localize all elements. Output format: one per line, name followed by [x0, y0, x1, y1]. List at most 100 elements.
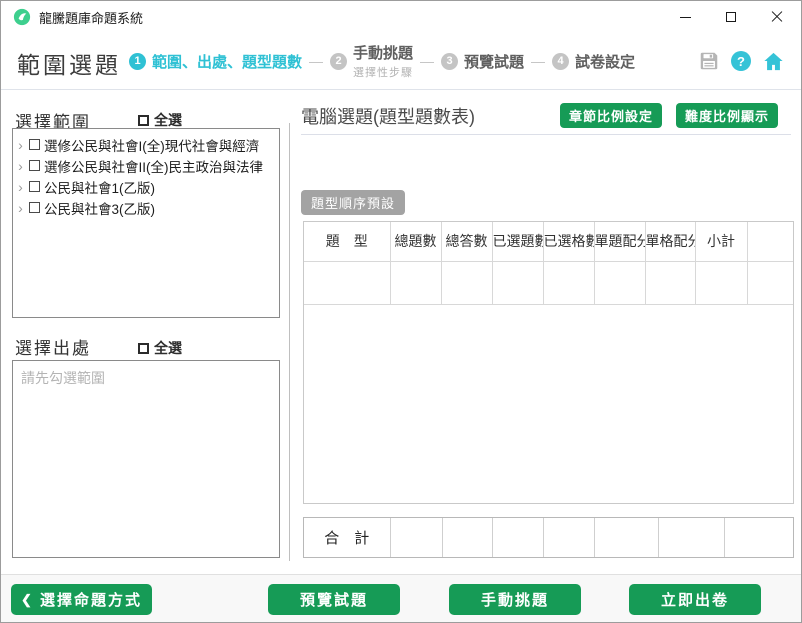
step-2-label: 手動挑題 選擇性步驟: [353, 42, 413, 80]
total-cell: [390, 518, 443, 557]
step-4-paper-settings[interactable]: 4 試卷設定: [552, 51, 635, 72]
expand-chevron-icon[interactable]: ›: [16, 180, 25, 194]
column-header-points-per-question: 單題配分: [594, 222, 646, 262]
source-section-title: 選擇出處: [15, 339, 91, 358]
table-cell: [441, 261, 493, 305]
total-cell: [492, 518, 544, 557]
generate-paper-button[interactable]: 立即出卷: [629, 584, 761, 615]
expand-chevron-icon[interactable]: ›: [16, 201, 25, 215]
app-window: 龍騰題庫命題系統 範圍選題 1 範圍、出處、題型題數 — 2 手動挑題 選擇性步…: [0, 0, 802, 623]
step-separator: —: [420, 53, 435, 69]
tree-item-checkbox[interactable]: [29, 160, 40, 171]
step-1-label: 範圍、出處、題型題數: [152, 53, 303, 71]
save-icon: [700, 52, 718, 70]
table-cell: [747, 261, 793, 305]
maximize-button[interactable]: [708, 1, 754, 33]
home-button[interactable]: [762, 50, 785, 73]
header: 範圍選題 1 範圍、出處、題型題數 — 2 手動挑題 選擇性步驟 — 3 預覽試…: [1, 33, 801, 90]
step-2-label-text: 手動挑題: [353, 45, 414, 62]
step-3-number: 3: [441, 52, 459, 70]
column-header-empty: [747, 222, 793, 262]
total-row: 合 計: [304, 518, 793, 557]
step-2-number: 2: [330, 52, 348, 70]
chapter-ratio-button[interactable]: 章節比例設定: [559, 103, 662, 128]
column-header-subtotal: 小計: [695, 222, 748, 262]
total-cell: [594, 518, 659, 557]
total-row-table: 合 計: [303, 517, 794, 558]
step-4-label: 試卷設定: [575, 53, 636, 71]
ratio-buttons: 章節比例設定 難度比例顯示: [559, 103, 778, 128]
tree-item[interactable]: › 公民與社會3(乙版): [16, 197, 276, 218]
preview-questions-button[interactable]: 預覽試題: [268, 584, 400, 615]
table-cell: [645, 261, 696, 305]
source-placeholder: 請先勾選範圍: [21, 370, 105, 386]
title-bar: 龍騰題庫命題系統: [1, 1, 801, 33]
expand-chevron-icon[interactable]: ›: [16, 159, 25, 173]
source-list[interactable]: 請先勾選範圍: [12, 360, 280, 558]
tree-item-label: 選修公民與社會I(全)現代社會與經濟: [44, 138, 260, 154]
column-header-selected-questions: 已選題數: [492, 222, 544, 262]
question-mark-icon: ?: [737, 53, 745, 69]
tree-item[interactable]: › 公民與社會1(乙版): [16, 176, 276, 197]
column-header-total-questions: 總題數: [390, 222, 442, 262]
source-select-all-label: 全選: [154, 340, 182, 356]
source-select-all[interactable]: 全選: [138, 338, 182, 358]
expand-chevron-icon[interactable]: ›: [16, 138, 25, 152]
wizard-steps: 1 範圍、出處、題型題數 — 2 手動挑題 選擇性步驟 — 3 預覽試題 — 4…: [129, 33, 635, 89]
minimize-icon: [679, 16, 691, 18]
save-button[interactable]: [698, 50, 720, 72]
step-separator: —: [309, 53, 324, 69]
source-select-all-checkbox[interactable]: [138, 342, 149, 354]
tree-item-checkbox[interactable]: [29, 181, 40, 192]
table-cell: [594, 261, 646, 305]
step-4-number: 4: [552, 52, 570, 70]
column-header-selected-blanks: 已選格數: [543, 222, 595, 262]
column-header-question-type: 題 型: [304, 222, 391, 262]
question-type-order-preset-button[interactable]: 題型順序預設: [301, 190, 406, 215]
maximize-icon: [726, 12, 736, 22]
back-to-method-button[interactable]: ❮ 選擇命題方式: [11, 584, 152, 615]
tree-item-checkbox[interactable]: [29, 202, 40, 213]
back-button-label: 選擇命題方式: [39, 592, 142, 609]
table-cell: [695, 261, 748, 305]
question-type-table: 題 型 總題數 總答數 已選題數 已選格數 單題配分 單格配分 小計: [303, 221, 794, 504]
tree-item-checkbox[interactable]: [29, 139, 40, 150]
difficulty-ratio-button[interactable]: 難度比例顯示: [675, 103, 778, 128]
total-cell: [724, 518, 793, 557]
tree-item[interactable]: › 選修公民與社會I(全)現代社會與經濟: [16, 134, 276, 155]
step-1-range[interactable]: 1 範圍、出處、題型題數: [129, 51, 302, 72]
minimize-button[interactable]: [662, 1, 708, 33]
tree-item-label: 公民與社會1(乙版): [44, 180, 155, 196]
step-separator: —: [531, 53, 546, 69]
panel-divider: [289, 123, 290, 561]
table-cell: [304, 261, 391, 305]
help-button[interactable]: ?: [731, 51, 751, 71]
manual-pick-button[interactable]: 手動挑題: [449, 584, 581, 615]
tree-item[interactable]: › 選修公民與社會II(全)民主政治與法律: [16, 155, 276, 176]
window-title: 龍騰題庫命題系統: [39, 10, 144, 26]
table-cell: [390, 261, 442, 305]
column-header-total-answers: 總答數: [441, 222, 493, 262]
total-label: 合 計: [304, 518, 391, 557]
column-header-points-per-blank: 單格配分: [645, 222, 696, 262]
step-3-label: 預覽試題: [464, 53, 525, 71]
step-3-preview[interactable]: 3 預覽試題: [441, 51, 524, 72]
total-cell: [658, 518, 725, 557]
range-select-all[interactable]: 全選: [138, 110, 182, 130]
header-icons: ?: [698, 33, 785, 89]
step-2-manual-pick[interactable]: 2 手動挑題 選擇性步驟: [330, 42, 413, 80]
app-logo-icon: [13, 8, 31, 26]
page-title: 範圍選題: [17, 52, 121, 78]
table-cell: [543, 261, 595, 305]
range-tree: › 選修公民與社會I(全)現代社會與經濟 › 選修公民與社會II(全)民主政治與…: [12, 128, 280, 318]
close-button[interactable]: [754, 1, 800, 33]
step-2-sublabel: 選擇性步驟: [353, 67, 414, 79]
computer-selection-title: 電腦選題(題型題數表): [301, 107, 475, 127]
step-1-number: 1: [129, 52, 146, 70]
right-panel-divider: [301, 134, 791, 135]
range-select-all-label: 全選: [154, 112, 182, 128]
range-select-all-checkbox[interactable]: [138, 114, 149, 126]
table-header-row: 題 型 總題數 總答數 已選題數 已選格數 單題配分 單格配分 小計: [304, 222, 793, 262]
tree-item-label: 選修公民與社會II(全)民主政治與法律: [44, 159, 263, 175]
table-cell: [492, 261, 544, 305]
